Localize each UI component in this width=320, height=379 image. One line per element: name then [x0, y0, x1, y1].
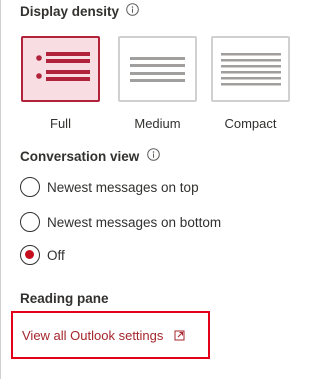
view-all-settings-link[interactable]: View all Outlook settings: [11, 311, 210, 359]
radio-button[interactable]: [20, 177, 40, 197]
radio-label: Newest messages on bottom: [47, 214, 222, 230]
density-full-preview: [21, 36, 100, 102]
density-label-compact: Compact: [224, 116, 277, 131]
density-compact-preview: [211, 36, 290, 102]
conversation-view-heading: Conversation view: [20, 149, 140, 164]
density-label-medium: Medium: [134, 116, 181, 131]
info-icon[interactable]: [126, 3, 139, 16]
density-option-medium[interactable]: Medium: [118, 36, 197, 131]
radio-button-selected[interactable]: [20, 245, 40, 265]
density-label-full: Full: [50, 116, 71, 131]
panel-left-border: [0, 0, 1, 379]
radio-newest-on-bottom[interactable]: Newest messages on bottom: [20, 211, 221, 233]
radio-button[interactable]: [20, 212, 40, 232]
reading-pane-heading: Reading pane: [20, 291, 109, 306]
density-medium-preview: [118, 36, 197, 102]
compact-density-icon: [221, 53, 281, 86]
open-in-new-window-icon: [174, 329, 186, 341]
density-option-full[interactable]: Full: [21, 36, 100, 131]
full-density-icon: [36, 52, 90, 81]
radio-selected-dot: [25, 250, 34, 259]
radio-newest-on-top[interactable]: Newest messages on top: [20, 176, 199, 198]
density-option-compact[interactable]: Compact: [211, 36, 290, 131]
radio-off[interactable]: Off: [20, 244, 65, 266]
settings-link-label: View all Outlook settings: [22, 327, 164, 343]
info-icon[interactable]: [147, 148, 160, 161]
radio-label: Off: [47, 247, 65, 263]
radio-label: Newest messages on top: [47, 179, 199, 195]
medium-density-icon: [130, 57, 185, 82]
display-density-heading: Display density: [20, 4, 120, 19]
